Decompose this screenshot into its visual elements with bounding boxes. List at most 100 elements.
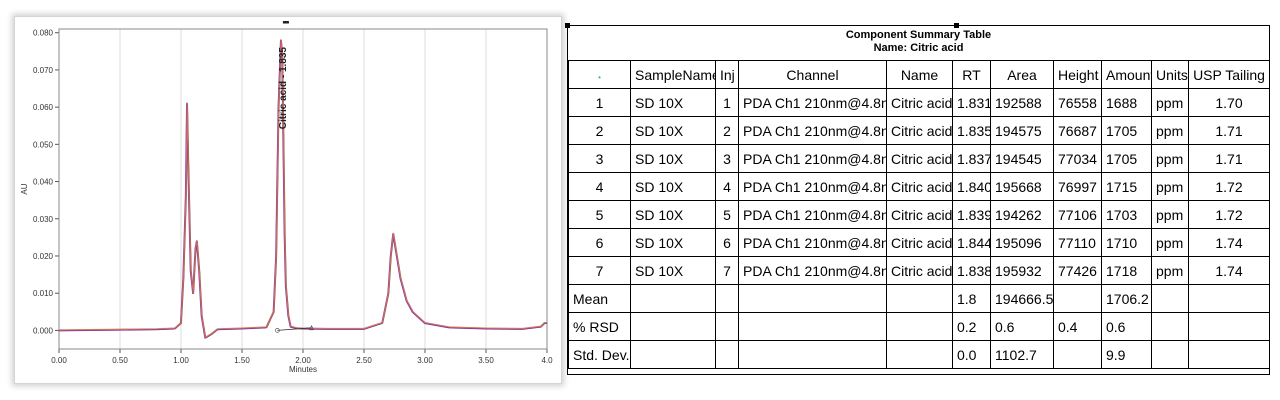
summary-label: Std. Dev. [568,340,631,369]
cell-name: Citric acid [886,116,953,145]
column-header-channel: Channel [738,60,887,89]
cell-empty [1151,340,1189,369]
cell-name: Citric acid [886,200,953,229]
x-tick-label: 2.50 [356,356,372,365]
component-summary-table: • SampleName Inj Channel Name RT Area He… [568,60,1270,369]
peak-top-marker [282,21,289,24]
chromatogram-panel: 0.00 0.50 1.00 1.50 2.00 2.50 3.00 3.50 4.0 0.000… [14,16,562,384]
cell-height: 76558 [1053,88,1102,117]
summary-label: % RSD [568,312,631,341]
y-tick-label: 0.030 [33,215,54,224]
summary-amount: 9.9 [1101,340,1152,369]
cell-index: 7 [568,256,631,285]
cell-usp-tailing: 1.72 [1188,172,1270,201]
cell-samplename: SD 10X [630,116,716,145]
cell-samplename: SD 10X [630,144,716,173]
summary-rt: 1.8 [952,284,991,313]
cell-usp-tailing: 1.72 [1188,200,1270,229]
x-tick-label: 3.00 [417,356,433,365]
summary-row-std-dev: Std. Dev. 0.0 1102.7 9.9 [568,340,1270,369]
cell-channel: PDA Ch1 210nm@4.8nm [738,88,887,117]
cell-empty [1188,312,1270,341]
summary-height [1053,340,1102,369]
cell-rt: 1.844 [952,228,991,257]
cell-index: 1 [568,88,631,117]
table-row: 1 SD 10X 1 PDA Ch1 210nm@4.8nm Citric ac… [568,88,1270,117]
cell-empty [886,340,953,369]
cell-index: 2 [568,116,631,145]
cell-amount: 1688 [1101,88,1152,117]
peak-annotation-label: Citric acid - 1.835 [278,47,289,130]
cell-channel: PDA Ch1 210nm@4.8nm [738,200,887,229]
cell-index: 5 [568,200,631,229]
chromatogram-chart: 0.00 0.50 1.00 1.50 2.00 2.50 3.00 3.50 4.0 0.000… [20,21,553,374]
cell-height: 77034 [1053,144,1102,173]
cell-channel: PDA Ch1 210nm@4.8nm [738,172,887,201]
cell-amount: 1710 [1101,228,1152,257]
cell-amount: 1715 [1101,172,1152,201]
cell-usp-tailing: 1.70 [1188,88,1270,117]
table-row: 4 SD 10X 4 PDA Ch1 210nm@4.8nm Citric ac… [568,172,1270,201]
component-summary-table-panel: Component Summary Table Name: Citric aci… [565,23,1270,375]
cell-height: 76687 [1053,116,1102,145]
cell-empty [630,312,716,341]
summary-rt: 0.0 [952,340,991,369]
y-tick-label: 0.020 [33,252,54,261]
cell-usp-tailing: 1.71 [1188,144,1270,173]
cell-rt: 1.838 [952,256,991,285]
cell-channel: PDA Ch1 210nm@4.8nm [738,228,887,257]
cell-samplename: SD 10X [630,228,716,257]
cell-name: Citric acid [886,144,953,173]
cell-units: ppm [1151,144,1189,173]
cell-empty [886,284,953,313]
cell-usp-tailing: 1.71 [1188,116,1270,145]
cell-inj: 7 [715,256,739,285]
summary-height: 0.4 [1053,312,1102,341]
column-header-name: Name [886,60,953,89]
cell-channel: PDA Ch1 210nm@4.8nm [738,116,887,145]
cell-inj: 4 [715,172,739,201]
x-tick-label: 3.50 [478,356,494,365]
cell-empty [715,312,739,341]
cell-empty [630,284,716,313]
cell-area: 195932 [990,256,1054,285]
y-axis-label: AU [20,183,29,194]
table-row: 5 SD 10X 5 PDA Ch1 210nm@4.8nm Citric ac… [568,200,1270,229]
y-tick-label: 0.050 [33,140,54,149]
y-tick-label: 0.010 [33,289,54,298]
cell-rt: 1.831 [952,88,991,117]
x-tick-label: 1.50 [234,356,250,365]
x-tick-label: 2.00 [295,356,311,365]
cell-inj: 1 [715,88,739,117]
column-header-samplename: SampleName [630,60,716,89]
table-subtitle: Name: Citric acid [873,42,964,54]
cell-inj: 6 [715,228,739,257]
cell-area: 194545 [990,144,1054,173]
cell-index: 6 [568,228,631,257]
summary-row-rsd: % RSD 0.2 0.6 0.4 0.6 [568,312,1270,341]
cell-name: Citric acid [886,256,953,285]
cell-amount: 1703 [1101,200,1152,229]
x-tick-label: 1.00 [173,356,189,365]
cell-rt: 1.837 [952,144,991,173]
cell-units: ppm [1151,172,1189,201]
cell-empty [738,340,887,369]
column-header-inj: Inj [715,60,739,89]
cell-units: ppm [1151,200,1189,229]
cell-samplename: SD 10X [630,88,716,117]
cell-height: 77106 [1053,200,1102,229]
summary-area: 1102.7 [990,340,1054,369]
cell-amount: 1705 [1101,144,1152,173]
summary-row-mean: Mean 1.8 194666.5 1706.2 [568,284,1270,313]
cell-empty [1151,284,1189,313]
cell-name: Citric acid [886,88,953,117]
cell-empty [715,340,739,369]
cell-units: ppm [1151,116,1189,145]
summary-area: 0.6 [990,312,1054,341]
cell-units: ppm [1151,228,1189,257]
table-title: Component Summary Table [845,29,992,41]
cell-usp-tailing: 1.74 [1188,228,1270,257]
cell-amount: 1705 [1101,116,1152,145]
table-row: 7 SD 10X 7 PDA Ch1 210nm@4.8nm Citric ac… [568,256,1270,285]
summary-label: Mean [568,284,631,313]
